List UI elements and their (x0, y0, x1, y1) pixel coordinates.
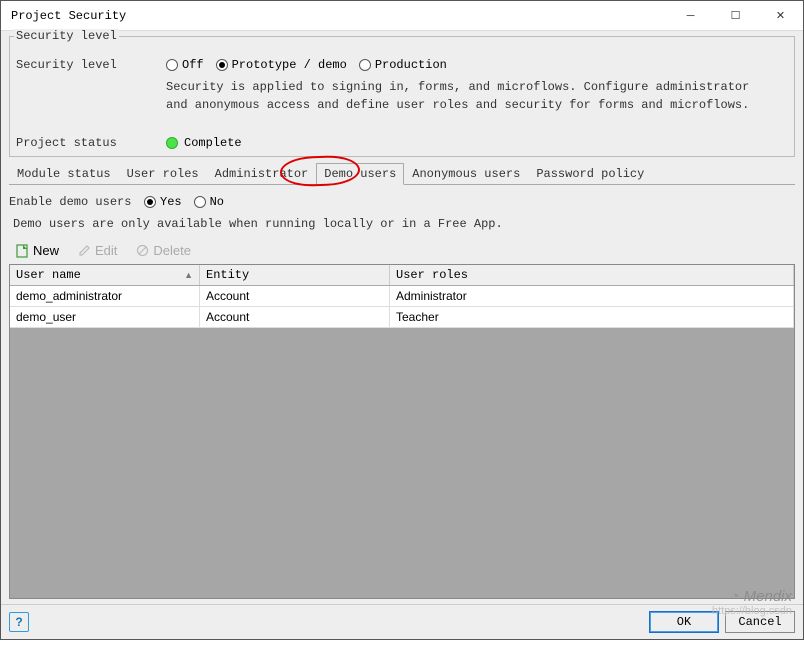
demo-users-note: Demo users are only available when runni… (13, 217, 791, 231)
radio-enable-no[interactable]: No (194, 195, 224, 209)
radio-icon (359, 59, 371, 71)
security-level-description: Security is applied to signing in, forms… (166, 78, 776, 114)
ok-button[interactable]: OK (649, 611, 719, 633)
enable-demo-users-label: Enable demo users (9, 195, 144, 209)
project-status-row: Project status Complete (16, 136, 788, 150)
pencil-icon (77, 244, 91, 258)
tab-user-roles[interactable]: User roles (119, 163, 207, 184)
dialog-content: Security level Security level Off Protot… (1, 31, 803, 604)
cell-username: demo_administrator (10, 286, 200, 306)
cell-roles: Administrator (390, 286, 794, 306)
footer-buttons: OK Cancel (649, 611, 795, 633)
cell-entity: Account (200, 307, 390, 327)
window-title: Project Security (11, 9, 126, 23)
radio-icon (216, 59, 228, 71)
tab-anonymous-users[interactable]: Anonymous users (404, 163, 528, 184)
radio-prototype-demo[interactable]: Prototype / demo (216, 58, 347, 72)
maximize-button[interactable]: ☐ (713, 1, 758, 30)
grid-toolbar: New Edit Delete (9, 237, 795, 264)
col-header-entity[interactable]: Entity (200, 265, 390, 285)
security-level-group: Security level Security level Off Protot… (9, 36, 795, 157)
delete-button[interactable]: Delete (131, 241, 195, 260)
radio-icon (194, 196, 206, 208)
dialog-footer: ? OK Cancel (1, 604, 803, 639)
titlebar: Project Security ─ ☐ ✕ (1, 1, 803, 31)
sort-asc-icon: ▲ (184, 270, 193, 280)
security-level-radios: Off Prototype / demo Production (166, 58, 455, 72)
security-level-label: Security level (16, 58, 166, 72)
table-row[interactable]: demo_user Account Teacher (10, 307, 794, 328)
tab-module-status[interactable]: Module status (9, 163, 119, 184)
tab-password-policy[interactable]: Password policy (528, 163, 652, 184)
radio-icon (144, 196, 156, 208)
cell-username: demo_user (10, 307, 200, 327)
tab-content-demo-users: Enable demo users Yes No Demo users are … (9, 185, 795, 599)
group-legend: Security level (14, 29, 119, 43)
cell-entity: Account (200, 286, 390, 306)
new-icon (15, 244, 29, 258)
radio-production[interactable]: Production (359, 58, 447, 72)
status-complete-icon (166, 137, 178, 149)
grid-header: User name▲ Entity User roles (10, 265, 794, 286)
delete-icon (135, 244, 149, 258)
users-grid: User name▲ Entity User roles demo_admini… (9, 264, 795, 599)
help-button[interactable]: ? (9, 612, 29, 632)
tab-administrator[interactable]: Administrator (207, 163, 317, 184)
security-level-row: Security level Off Prototype / demo Prod… (16, 58, 788, 72)
radio-enable-yes[interactable]: Yes (144, 195, 182, 209)
new-button[interactable]: New (11, 241, 63, 260)
enable-demo-radios: Yes No (144, 195, 232, 209)
project-status-label: Project status (16, 136, 166, 150)
radio-off[interactable]: Off (166, 58, 204, 72)
tab-demo-users[interactable]: Demo users (316, 163, 404, 185)
tab-bar: Module status User roles Administrator D… (9, 163, 795, 185)
cell-roles: Teacher (390, 307, 794, 327)
project-status-value: Complete (166, 136, 242, 150)
minimize-button[interactable]: ─ (668, 1, 713, 30)
edit-button[interactable]: Edit (73, 241, 121, 260)
dialog-window: Project Security ─ ☐ ✕ Security level Se… (0, 0, 804, 640)
window-controls: ─ ☐ ✕ (668, 1, 803, 30)
close-button[interactable]: ✕ (758, 1, 803, 30)
col-header-roles[interactable]: User roles (390, 265, 794, 285)
table-row[interactable]: demo_administrator Account Administrator (10, 286, 794, 307)
col-header-username[interactable]: User name▲ (10, 265, 200, 285)
cancel-button[interactable]: Cancel (725, 611, 795, 633)
radio-icon (166, 59, 178, 71)
enable-demo-users-row: Enable demo users Yes No (9, 195, 795, 209)
